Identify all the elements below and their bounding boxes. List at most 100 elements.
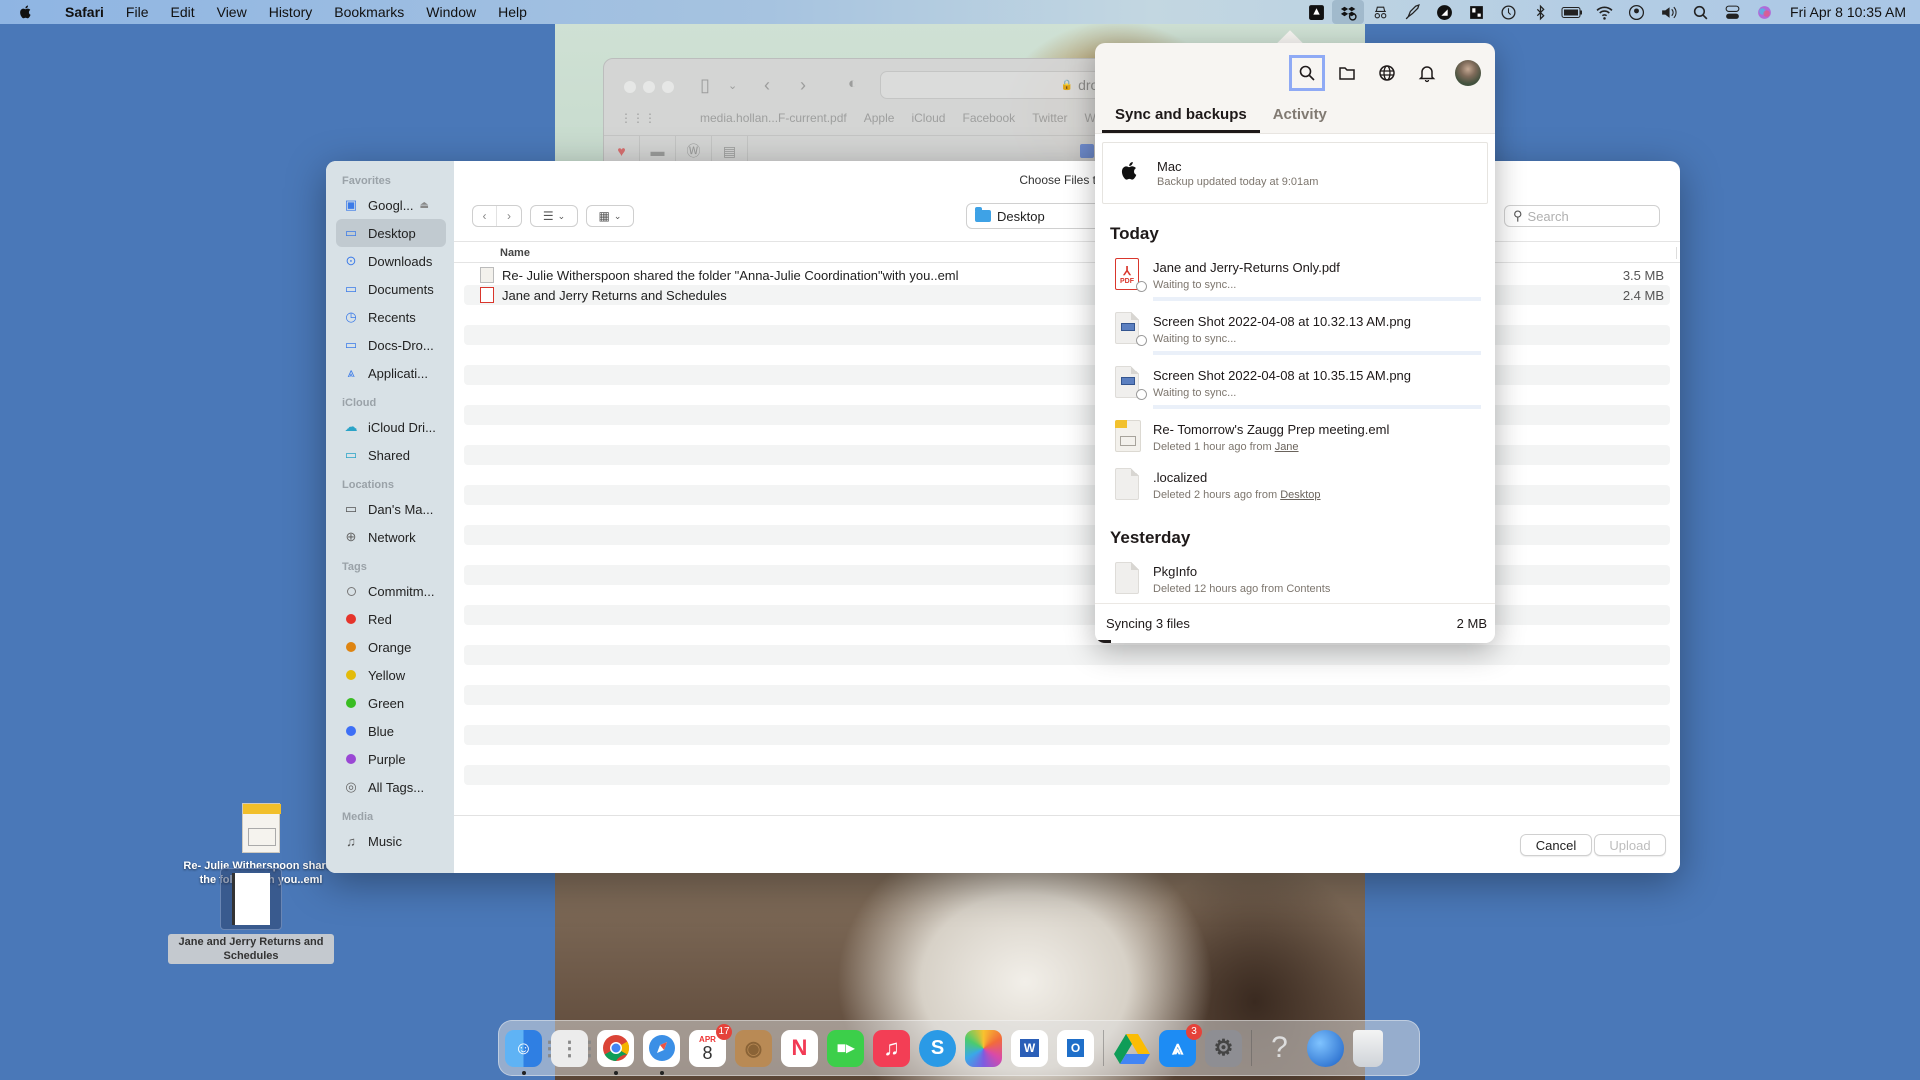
activity-item[interactable]: ⅄ PDF Jane and Jerry-Returns Only.pdf Wai…	[1095, 258, 1495, 312]
tab-activity[interactable]: Activity	[1260, 101, 1340, 133]
apple-menu-icon[interactable]	[18, 4, 40, 20]
back-button[interactable]: ‹	[473, 206, 497, 226]
avatar[interactable]	[1455, 60, 1481, 86]
sidebar-item-music[interactable]: ♫ Music	[326, 827, 446, 855]
dropbox-activity-list[interactable]: Mac Backup updated today at 9:01am Today…	[1095, 133, 1495, 603]
sidebar-tag-commitments[interactable]: Commitm...	[326, 577, 446, 605]
forward-icon[interactable]: ›	[800, 75, 806, 96]
sidebar-tag-orange[interactable]: Orange	[326, 633, 446, 661]
status-link[interactable]: Desktop	[1280, 489, 1320, 501]
menu-history[interactable]: History	[258, 0, 324, 24]
sidebar-item-applications[interactable]: ⩓ Applicati...	[326, 359, 446, 387]
dock-trash-icon[interactable]	[1353, 1029, 1383, 1067]
menu-edit[interactable]: Edit	[159, 0, 205, 24]
bookmark-item[interactable]: media.hollan...F-current.pdf	[700, 111, 847, 125]
sailboat-icon[interactable]	[1428, 0, 1460, 24]
sidebar-item-dans-mac[interactable]: ▭ Dan's Ma...	[326, 495, 446, 523]
sidebar-item-documents[interactable]: ▭ Documents	[326, 275, 446, 303]
sidebar-tag-blue[interactable]: Blue	[326, 717, 446, 745]
dock-facetime-icon[interactable]: ■▸	[827, 1029, 864, 1067]
traffic-lights[interactable]	[624, 81, 674, 93]
sidebar-item-google-drive[interactable]: ▣ Googl... ⏏	[326, 191, 446, 219]
dock-calendar-icon[interactable]: APR 8 17	[689, 1023, 732, 1067]
activity-item[interactable]: PkgInfo Deleted 12 hours ago from Conten…	[1095, 562, 1495, 603]
dock-launchpad-icon[interactable]: ⋮⋮⋮	[540, 1029, 600, 1067]
sidebar-tag-red[interactable]: Red	[326, 605, 446, 633]
activity-item[interactable]: Screen Shot 2022-04-08 at 10.32.13 AM.pn…	[1095, 312, 1495, 366]
search-input[interactable]: ⚲ Search	[1504, 205, 1660, 227]
dock-news-icon[interactable]: N	[781, 1029, 818, 1067]
wifi-icon[interactable]	[1588, 0, 1620, 24]
rocket-icon[interactable]	[1396, 0, 1428, 24]
incognito-icon[interactable]	[1364, 0, 1396, 24]
backup-card[interactable]: Mac Backup updated today at 9:01am	[1102, 142, 1488, 204]
siri-icon[interactable]	[1748, 0, 1780, 24]
sidebar-tag-purple[interactable]: Purple	[326, 745, 446, 773]
dock-word-icon[interactable]: W	[1011, 1029, 1048, 1067]
dock-music-icon[interactable]: ♫	[873, 1029, 910, 1067]
menu-file[interactable]: File	[115, 0, 160, 24]
sidebar-item-recents[interactable]: ◷ Recents	[326, 303, 446, 331]
sidebar-tag-yellow[interactable]: Yellow	[326, 661, 446, 689]
bluetooth-icon[interactable]	[1524, 0, 1556, 24]
sidebar-item-network[interactable]: ⊕ Network	[326, 523, 446, 551]
status-link[interactable]: Jane	[1275, 441, 1299, 453]
column-name[interactable]: Name	[500, 247, 530, 259]
window-manager-icon[interactable]	[1460, 0, 1492, 24]
notifications-button[interactable]	[1409, 55, 1445, 91]
dock-system-preferences-icon[interactable]: ⚙	[1205, 1029, 1242, 1067]
bookmark-item[interactable]: Apple	[864, 111, 895, 125]
status-link[interactable]: Contents	[1286, 583, 1330, 595]
activity-item[interactable]: .localized Deleted 2 hours ago from Desk…	[1095, 468, 1495, 508]
view-mode-button[interactable]: ☰ ⌄	[530, 205, 578, 227]
sidebar-item-icloud-drive[interactable]: ☁ iCloud Dri...	[326, 413, 446, 441]
column-kind[interactable]: Kind	[1676, 247, 1680, 259]
group-by-button[interactable]: ▦ ⌄	[586, 205, 634, 227]
sidebar-item-downloads[interactable]: ⊙ Downloads	[326, 247, 446, 275]
volume-icon[interactable]	[1652, 0, 1684, 24]
upload-button[interactable]: Upload	[1594, 834, 1666, 856]
forward-button[interactable]: ›	[497, 206, 521, 226]
sidebar-item-desktop[interactable]: ▭ Desktop	[336, 219, 446, 247]
sidebar-tag-green[interactable]: Green	[326, 689, 446, 717]
dock-globe-icon[interactable]	[1307, 1029, 1344, 1067]
dock-finder-icon[interactable]: ☺	[505, 1029, 542, 1075]
spotlight-icon[interactable]	[1684, 0, 1716, 24]
dropbox-icon[interactable]	[1332, 0, 1365, 24]
menu-help[interactable]: Help	[487, 0, 538, 24]
user-icon[interactable]	[1620, 0, 1652, 24]
dock-photos-icon[interactable]	[965, 1029, 1002, 1067]
menu-bookmarks[interactable]: Bookmarks	[323, 0, 415, 24]
back-icon[interactable]: ‹	[764, 75, 770, 96]
time-machine-icon[interactable]	[1492, 0, 1524, 24]
battery-icon[interactable]	[1556, 0, 1588, 24]
favorites-grid-icon[interactable]: ⋮⋮⋮	[620, 111, 656, 125]
sidebar-item-docs-dropbox[interactable]: ▭ Docs-Dro...	[326, 331, 446, 359]
cancel-button[interactable]: Cancel	[1520, 834, 1592, 856]
bookmark-item[interactable]: iCloud	[911, 111, 945, 125]
activity-item[interactable]: Screen Shot 2022-04-08 at 10.35.15 AM.pn…	[1095, 366, 1495, 420]
desktop-file-pdf[interactable]: Jane and Jerry Returns and Schedules	[168, 868, 334, 964]
privacy-shield-icon[interactable]: ◐	[848, 75, 857, 92]
sidebar-toggle-icon[interactable]: ▯	[700, 75, 710, 96]
dock-skype-icon[interactable]: S	[919, 1029, 956, 1067]
dock-google-drive-icon[interactable]	[1113, 1030, 1150, 1067]
search-button[interactable]	[1289, 55, 1325, 91]
menu-clock[interactable]: Fri Apr 8 10:35 AM	[1790, 4, 1906, 20]
dock-outlook-icon[interactable]: O	[1057, 1029, 1094, 1067]
dock-unknown-app-icon[interactable]: ?	[1261, 1030, 1298, 1067]
menu-window[interactable]: Window	[415, 0, 487, 24]
menu-view[interactable]: View	[206, 0, 258, 24]
open-web-button[interactable]	[1369, 55, 1405, 91]
tab-sync-and-backups[interactable]: Sync and backups	[1102, 101, 1260, 133]
bookmark-item[interactable]: Twitter	[1032, 111, 1067, 125]
activity-item[interactable]: Re- Tomorrow's Zaugg Prep meeting.eml De…	[1095, 420, 1495, 468]
dock-chrome-icon[interactable]	[597, 1029, 634, 1075]
sidebar-all-tags[interactable]: ◎ All Tags...	[326, 773, 446, 801]
sidebar-item-shared[interactable]: ▭ Shared	[326, 441, 446, 469]
google-drive-icon[interactable]	[1300, 0, 1332, 24]
eject-icon[interactable]: ⏏	[420, 200, 429, 211]
dock-contacts-icon[interactable]: ◉	[735, 1029, 772, 1067]
control-center-icon[interactable]	[1716, 0, 1748, 24]
dock-safari-icon[interactable]	[643, 1029, 680, 1075]
